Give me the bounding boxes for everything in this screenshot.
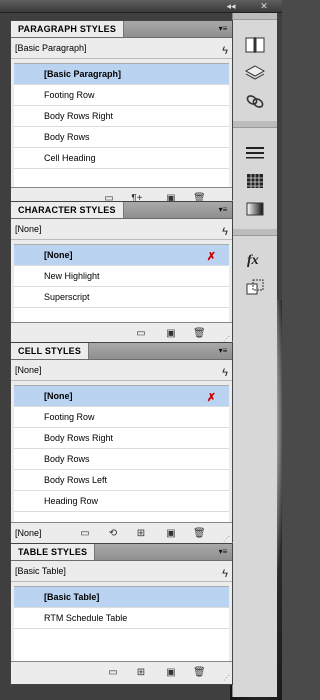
resize-grip-icon[interactable]: ⋰ [223,675,231,683]
current-style: [Basic Paragraph] ϟ [11,38,232,59]
footer-status: [None] [15,528,42,538]
list-item-label: [None] [44,250,73,260]
trash-icon[interactable]: 🗑 [193,328,206,339]
list-padding [14,308,229,322]
tab-character-styles[interactable]: CHARACTER STYLES [11,202,124,218]
panel-footer: [None] ▭ ⟲ ⊞ ▣ 🗑 ⋰ [11,522,232,545]
panel-tab-row: PARAGRAPH STYLES ▾≡ [11,21,232,38]
window-titlebar: ◂◂ ✕ [0,0,282,13]
current-style: [Basic Table] ϟ [11,561,232,582]
list-item[interactable]: Body Rows Left [14,470,229,491]
list-padding [14,629,229,661]
list-padding [14,169,229,187]
transform-icon[interactable] [244,277,266,297]
list-padding [14,512,229,522]
dock-grip[interactable] [233,121,277,128]
list-item[interactable]: Heading Row [14,491,229,512]
list-item[interactable]: Body Rows [14,449,229,470]
current-style-label: [None] [15,365,42,375]
panel-tab-row: CELL STYLES ▾≡ [11,343,232,360]
list-item[interactable]: Footing Row [14,85,229,106]
dock-grip[interactable] [233,229,277,236]
new-style-icon[interactable]: ▣ [165,528,177,539]
gradient-icon[interactable] [244,199,266,219]
style-list: [Basic Paragraph] Footing Row Body Rows … [14,63,229,169]
collapse-panels-icon[interactable]: ◂◂ [222,0,240,12]
list-item[interactable]: Body Rows Right [14,428,229,449]
style-list: [None] ✗ Footing Row Body Rows Right Bod… [14,385,229,512]
lightning-icon[interactable]: ϟ [222,222,228,242]
tab-table-styles[interactable]: TABLE STYLES [11,544,96,560]
tab-paragraph-styles[interactable]: PARAGRAPH STYLES [11,21,125,37]
new-style-icon[interactable]: ▣ [165,328,177,339]
list-item[interactable]: [Basic Paragraph] [14,64,229,85]
list-item[interactable]: [Basic Table] [14,587,229,608]
character-styles-panel: CHARACTER STYLES ▾≡ [None] ϟ [None] ✗ Ne… [10,201,233,345]
lightning-icon[interactable]: ϟ [222,41,228,61]
style-list: [Basic Table] RTM Schedule Table [14,586,229,629]
tab-cell-styles[interactable]: CELL STYLES [11,343,90,359]
list-item[interactable]: Body Rows Right [14,106,229,127]
lightning-icon[interactable]: ϟ [222,564,228,584]
links-icon[interactable] [244,91,266,111]
list-item[interactable]: Footing Row [14,407,229,428]
icon-dock: fx [232,13,277,697]
new-style-icon[interactable]: ▣ [165,667,177,678]
panel-footer: ▭ ⊞ ▣ 🗑 ⋰ [11,661,232,684]
current-style: [None] ϟ [11,360,232,381]
panel-menu-icon[interactable]: ▾≡ [216,546,230,558]
paragraph-styles-panel: PARAGRAPH STYLES ▾≡ [Basic Paragraph] ϟ … [10,20,233,210]
list-item[interactable]: New Highlight [14,266,229,287]
pages-icon[interactable] [244,35,266,55]
list-item[interactable]: Cell Heading [14,148,229,169]
panel-menu-icon[interactable]: ▾≡ [216,204,230,216]
list-item[interactable]: Superscript [14,287,229,308]
panel-menu-icon[interactable]: ▾≡ [216,23,230,35]
list-item[interactable]: Body Rows [14,127,229,148]
panel-tab-row: TABLE STYLES ▾≡ [11,544,232,561]
trash-icon[interactable]: 🗑 [193,528,206,539]
list-item[interactable]: [None] ✗ [14,245,229,266]
clear-overrides-icon[interactable]: ⊞ [135,667,147,678]
current-style-label: [None] [15,224,42,234]
panel-tab-row: CHARACTER STYLES ▾≡ [11,202,232,219]
list-item[interactable]: RTM Schedule Table [14,608,229,629]
list-item-label: [None] [44,391,73,401]
cell-styles-panel: CELL STYLES ▾≡ [None] ϟ [None] ✗ Footing… [10,342,233,545]
current-style-label: [Basic Table] [15,566,66,576]
stroke-icon[interactable] [244,143,266,163]
panel-menu-icon[interactable]: ▾≡ [216,345,230,357]
list-item[interactable]: [None] ✗ [14,386,229,407]
folder-icon[interactable]: ▭ [135,328,147,339]
style-list: [None] ✗ New Highlight Superscript [14,244,229,308]
layers-icon[interactable] [244,63,266,83]
effects-icon[interactable]: fx [244,249,266,269]
current-style: [None] ϟ [11,219,232,240]
folder-icon[interactable]: ▭ [107,667,119,678]
table-styles-panel: TABLE STYLES ▾≡ [Basic Table] ϟ [Basic T… [10,543,233,685]
swatches-icon[interactable] [244,171,266,191]
remove-override-icon[interactable]: ✗ [207,247,216,267]
remove-override-icon[interactable]: ✗ [207,388,216,408]
panel-window: ◂◂ ✕ zip fx PARAGRAPH STYLES ▾≡ [Basic P… [0,0,282,700]
folder-icon[interactable]: ▭ [79,528,91,539]
lightning-icon[interactable]: ϟ [222,363,228,383]
close-icon[interactable]: ✕ [258,1,270,11]
svg-text:fx: fx [247,253,259,268]
current-style-label: [Basic Paragraph] [15,43,87,53]
redefine-style-icon[interactable]: ⟲ [107,528,119,539]
dock-grip[interactable] [233,13,277,20]
trash-icon[interactable]: 🗑 [193,667,206,678]
clear-overrides-icon[interactable]: ⊞ [135,528,147,539]
